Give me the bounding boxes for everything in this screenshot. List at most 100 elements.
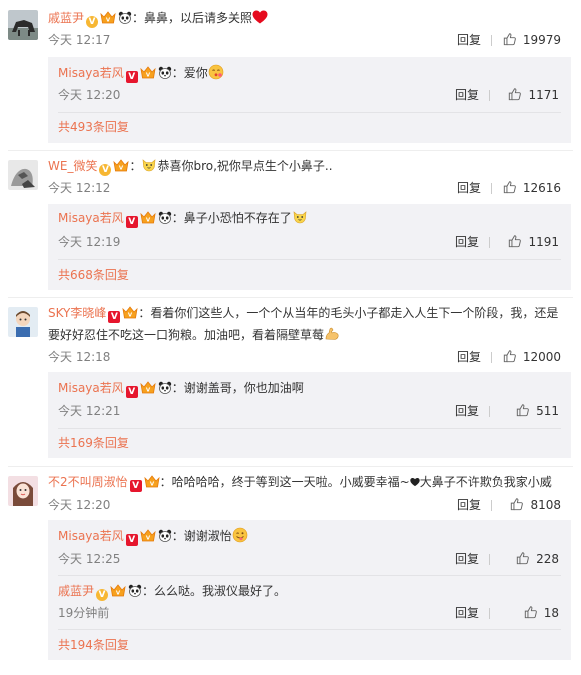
avatar[interactable]	[8, 476, 38, 506]
reply-text: Misaya若风 V ：爱你	[58, 63, 559, 83]
gold-v-badge-icon: V	[86, 16, 99, 28]
comment-divider	[8, 466, 573, 467]
reply-meta: 今天 12:19 回复 1191	[58, 232, 559, 252]
divider	[489, 237, 490, 248]
panda-badge-icon	[158, 529, 172, 542]
reply-box: Misaya若风 V ：鼻子小恐怕不存在了 今天 12:19 回复 1191 共66…	[48, 204, 571, 290]
like-button[interactable]: 19979	[503, 30, 561, 50]
panda-badge-icon	[158, 211, 172, 224]
colon: ：	[171, 381, 184, 395]
like-button[interactable]: 8108	[510, 495, 561, 515]
timestamp: 今天 12:19	[58, 235, 121, 249]
divider	[58, 629, 561, 630]
like-count: 12000	[522, 350, 561, 364]
thumbs-up-icon	[503, 180, 517, 194]
comment-meta: 今天 12:17 回复 19979	[48, 30, 561, 50]
like-count: 1191	[528, 235, 559, 249]
username-link[interactable]: Misaya若风	[58, 529, 124, 543]
username-link[interactable]: Misaya若风	[58, 211, 124, 225]
username-link[interactable]: 戚蓝尹	[48, 11, 84, 25]
thumbs-up-icon	[524, 605, 538, 619]
comment-divider	[8, 297, 573, 298]
like-button[interactable]: 228	[516, 549, 559, 569]
panda-badge-icon	[118, 11, 132, 24]
like-button[interactable]: 12616	[503, 178, 561, 198]
reply-text: Misaya若风 V ：谢谢淑怡	[58, 526, 559, 546]
reply-button[interactable]: 回复	[457, 178, 481, 198]
member-crown-icon	[144, 475, 160, 488]
reply-meta: 19分钟前 回复 18	[58, 603, 559, 623]
reply-button[interactable]: 回复	[457, 495, 481, 515]
divider	[491, 352, 492, 363]
like-button[interactable]: 511	[516, 401, 559, 421]
colon: ：	[142, 584, 155, 598]
comment-body: 哈哈哈哈，终于等到这一天啦。小威要幸福~	[171, 475, 410, 489]
divider	[491, 35, 492, 46]
thumbs-up-icon	[503, 349, 517, 363]
avatar[interactable]	[8, 307, 38, 337]
like-count: 12616	[522, 181, 561, 195]
reply-button[interactable]: 回复	[455, 549, 479, 569]
reply-meta: 今天 12:21 回复 511	[58, 401, 559, 421]
reply-button[interactable]: 回复	[457, 347, 481, 367]
username-link[interactable]: Misaya若风	[58, 66, 124, 80]
avatar[interactable]	[8, 10, 38, 40]
reply-text: Misaya若风 V ：谢谢盖哥，你也加油啊	[58, 378, 559, 398]
member-crown-icon	[113, 159, 129, 172]
colon: ：	[132, 11, 145, 25]
colon: ：	[159, 475, 172, 489]
panda-badge-icon	[128, 584, 142, 597]
view-all-replies-link[interactable]: 共668条回复	[58, 265, 129, 285]
thumbs-up-icon	[510, 497, 524, 511]
username-link[interactable]: Misaya若风	[58, 381, 124, 395]
like-button[interactable]: 18	[524, 603, 559, 623]
reply-button[interactable]: 回复	[457, 30, 481, 50]
red-v-badge-icon: V	[108, 311, 121, 323]
reply-box: Misaya若风 V ：谢谢淑怡 今天 12:25 回复 228 戚蓝尹 V ：么么哒。…	[48, 520, 571, 660]
divider	[58, 112, 561, 113]
comment-body-continued: 大鼻子不许欺负我家小威	[419, 475, 552, 489]
reply-button[interactable]: 回复	[455, 85, 479, 105]
username-link[interactable]: 不2不叫周淑怡	[48, 475, 128, 489]
divider	[489, 608, 490, 619]
member-crown-icon	[110, 584, 126, 597]
comment-divider	[8, 150, 573, 151]
like-button[interactable]: 1171	[508, 85, 559, 105]
comment-meta: 今天 12:20 回复 8108	[48, 495, 561, 515]
view-all-replies-link[interactable]: 共169条回复	[58, 433, 129, 453]
colon: ：	[171, 211, 184, 225]
like-button[interactable]: 1191	[508, 232, 559, 252]
like-count: 511	[536, 404, 559, 418]
reply-body: 爱你	[183, 66, 208, 80]
reply-button[interactable]: 回复	[455, 401, 479, 421]
kiss-emoji-icon	[208, 64, 224, 80]
reply-text: 戚蓝尹 V ：么么哒。我淑仪最好了。	[58, 581, 559, 601]
thumbs-up-icon	[508, 234, 522, 248]
reply-box: Misaya若风 V ：爱你 今天 12:20 回复 1171 共493条回复	[48, 57, 571, 143]
cat-face-emoji-icon	[143, 159, 156, 172]
reply-button[interactable]: 回复	[455, 603, 479, 623]
timestamp: 今天 12:25	[58, 552, 121, 566]
divider	[58, 259, 561, 260]
member-crown-icon	[140, 529, 156, 542]
view-all-replies-link[interactable]: 共194条回复	[58, 635, 129, 655]
red-v-badge-icon: V	[125, 71, 138, 83]
colon: ：	[138, 306, 151, 320]
thumbs-up-icon	[516, 551, 530, 565]
username-link[interactable]: WE_微笑	[48, 159, 97, 173]
reply-button[interactable]: 回复	[455, 232, 479, 252]
colon: ：	[129, 159, 142, 173]
username-link[interactable]: SKY李晓峰	[48, 306, 106, 320]
reply-body: 么么哒。我淑仪最好了。	[154, 584, 287, 598]
reply-text: Misaya若风 V ：鼻子小恐怕不存在了	[58, 208, 559, 228]
avatar[interactable]	[8, 160, 38, 190]
flexed-biceps-emoji-icon	[325, 327, 339, 340]
timestamp: 今天 12:18	[48, 350, 111, 364]
username-link[interactable]: 戚蓝尹	[58, 584, 94, 598]
view-all-replies-link[interactable]: 共493条回复	[58, 117, 129, 137]
like-count: 19979	[522, 33, 561, 47]
red-v-badge-icon: V	[125, 534, 138, 546]
like-button[interactable]: 12000	[503, 347, 561, 367]
timestamp: 今天 12:21	[58, 404, 121, 418]
panda-badge-icon	[158, 381, 172, 394]
